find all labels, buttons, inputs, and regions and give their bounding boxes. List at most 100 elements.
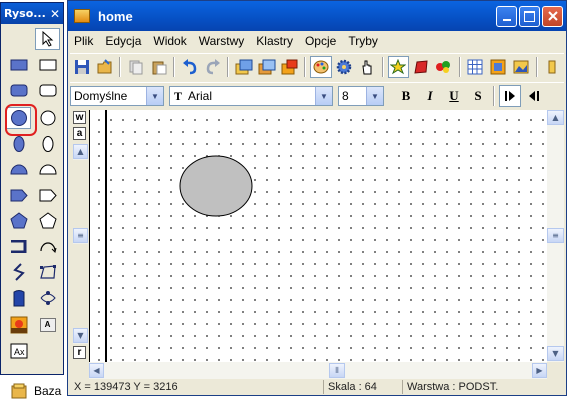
scroll-up-icon[interactable]: ▲ [547,110,564,125]
close-button[interactable] [542,5,563,27]
side-tab-a[interactable]: a [73,127,86,140]
format-toolbar: Domyślne ▼ T Arial ▼ 8 ▼ B I U S [70,82,564,109]
colorful-tool-button[interactable] [434,56,455,78]
menu-warstwy[interactable]: Warstwy [193,34,251,48]
paste-button[interactable] [148,56,169,78]
left-scroll-thumb[interactable]: ≡ [73,228,88,244]
more-button[interactable] [542,56,563,78]
settings-button[interactable] [334,56,355,78]
horizontal-scrollbar[interactable]: ◀ ⦀ ▶ [89,362,547,379]
taskbar-baza[interactable]: Baza [10,383,61,399]
ellipse-outline-tool[interactable] [35,133,60,155]
pointer-icon [42,31,53,47]
draw-mode-button[interactable] [387,56,409,78]
rounded-rect-filled-tool[interactable] [6,79,31,101]
rectangle-outline-tool[interactable] [35,54,60,76]
arrow-pentagon-filled-tool[interactable] [6,184,31,206]
main-toolbar [70,53,564,80]
open-button[interactable] [94,56,115,78]
view-button[interactable] [488,56,509,78]
font-size-value: 8 [342,89,349,103]
rounded-rect-outline-tool[interactable] [35,79,60,101]
side-tab-r[interactable]: r [73,346,86,359]
underline-button[interactable]: U [443,85,465,107]
circle-outline-tool[interactable] [35,107,60,129]
bold-button[interactable]: B [395,85,417,107]
strikethrough-button[interactable]: S [467,85,489,107]
half-circle-outline-tool[interactable] [35,158,60,180]
pentagon-filled-tool[interactable] [6,209,31,231]
rectangle-outline-icon [39,59,56,71]
vertical-scrollbar[interactable]: ▲ ≡ ▼ [547,110,564,362]
italic-button[interactable]: I [419,85,441,107]
menu-klastry[interactable]: Klastry [250,34,299,48]
rectangle-filled-tool[interactable] [6,54,31,76]
align-left-button[interactable] [499,85,521,107]
node-curve-tool[interactable] [35,287,60,309]
half-circle-outline-icon [38,164,57,175]
font-size-select[interactable]: 8 ▼ [338,86,384,106]
scroll-down-icon[interactable]: ▼ [547,346,564,361]
palette-title: Ryso... [4,7,46,20]
pentagon-outline-tool[interactable] [35,209,60,231]
curve-tool[interactable] [6,287,31,309]
menu-widok[interactable]: Widok [147,34,192,48]
menu-opcje[interactable]: Opcje [299,34,342,48]
scroll-down-icon[interactable]: ▼ [73,328,88,343]
status-bar: X = 139473 Y = 3216 Skala : 64 Warstwa :… [70,379,564,395]
red-shape-icon [414,60,428,74]
palette-titlebar[interactable]: Ryso... ✕ [1,3,63,24]
copy-icon [129,60,143,75]
gear-icon [336,59,352,75]
font-select[interactable]: T Arial ▼ [169,86,333,106]
copy-button[interactable] [125,56,146,78]
text-frame-tool[interactable]: Ax [6,340,31,362]
picture-tool[interactable] [6,314,31,336]
bracket-shape-tool[interactable] [6,235,31,257]
rectangle-filled-icon [10,59,27,71]
arc-tool[interactable] [35,235,60,257]
layer-3-button[interactable] [279,56,300,78]
half-circle-filled-tool[interactable] [6,158,31,180]
polyline-tool[interactable] [35,261,60,283]
red-tool-button[interactable] [411,56,432,78]
palette-close-icon[interactable]: ✕ [50,7,60,21]
scroll-left-icon[interactable]: ◀ [89,363,104,378]
paste-icon [152,61,167,75]
more-icon [548,60,556,74]
image-button[interactable] [511,56,532,78]
left-scrollbar-bottom[interactable]: ▼ [73,328,88,344]
scroll-right-icon[interactable]: ▶ [532,363,547,378]
style-select[interactable]: Domyślne ▼ [70,86,164,106]
align-right-button[interactable] [523,85,545,107]
save-button[interactable] [71,56,92,78]
side-tab-w[interactable]: w [73,111,86,124]
hand-button[interactable] [357,56,378,78]
layer-1-button[interactable] [233,56,254,78]
scroll-thumb-icon[interactable]: ≡ [547,228,564,243]
menu-tryby[interactable]: Tryby [342,34,384,48]
window-titlebar[interactable]: home [68,1,566,31]
undo-button[interactable] [179,56,200,78]
drawing-canvas[interactable] [89,110,548,362]
menu-plik[interactable]: Plik [68,34,99,48]
text-tool[interactable]: A [35,314,60,336]
left-scrollbar-top[interactable]: ▲ [73,144,88,160]
grid-button[interactable] [465,56,486,78]
vertical-guide-line [105,110,107,362]
ellipse-filled-tool[interactable] [6,133,31,155]
pointer-tool-button[interactable] [35,28,60,50]
scroll-thumb-icon[interactable]: ≡ [73,228,88,243]
minimize-button[interactable] [496,5,517,27]
hscroll-thumb-icon[interactable]: ⦀ [329,363,345,378]
arrow-pentagon-outline-tool[interactable] [35,184,60,206]
ellipse-shape[interactable] [179,155,253,217]
maximize-button[interactable] [519,5,540,27]
scroll-up-icon[interactable]: ▲ [73,144,88,159]
layer-2-button[interactable] [256,56,277,78]
palette-button[interactable] [310,56,332,78]
menu-edycja[interactable]: Edycja [99,34,147,48]
zigzag-line-tool[interactable] [6,261,31,283]
half-circle-filled-icon [9,164,28,175]
redo-button[interactable] [202,56,223,78]
